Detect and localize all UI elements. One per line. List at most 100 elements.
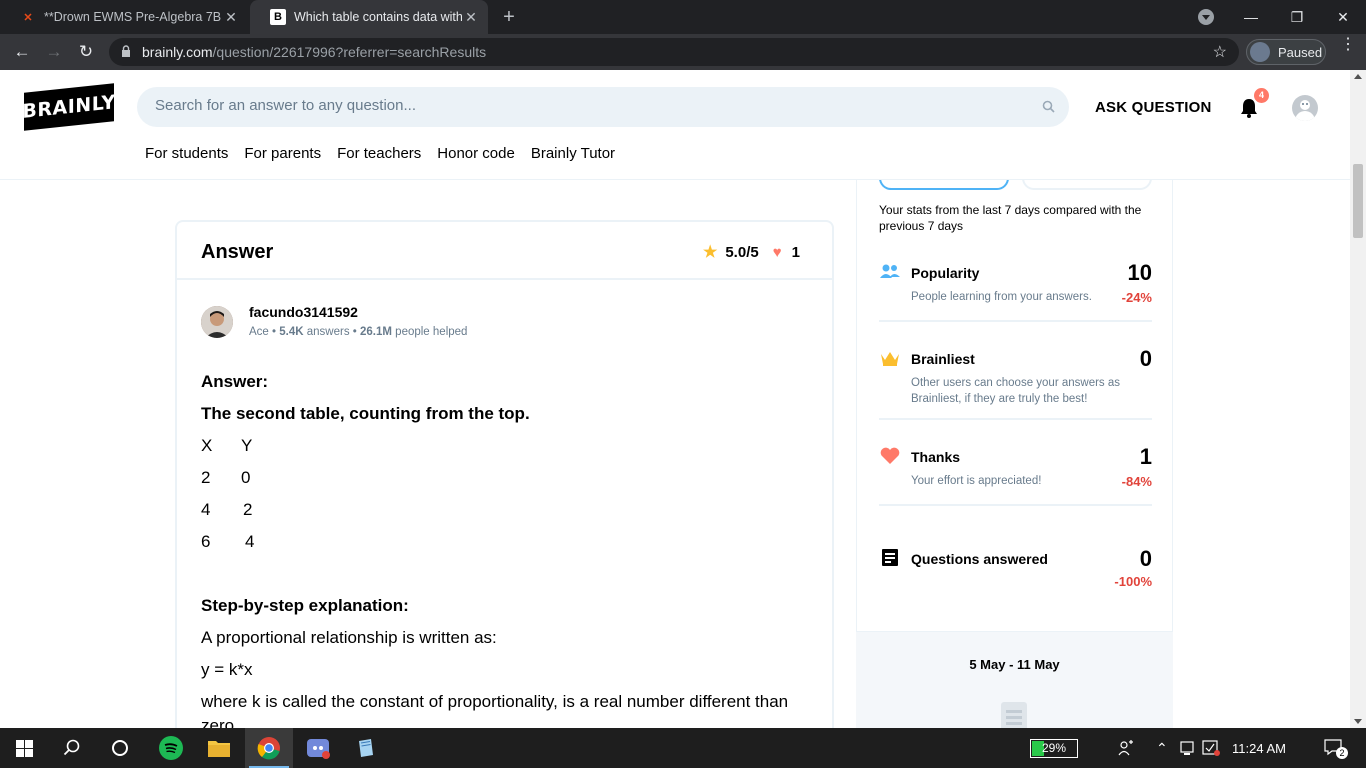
crown-icon xyxy=(881,352,899,366)
nav-honor-code[interactable]: Honor code xyxy=(437,145,515,162)
table-row: XY xyxy=(201,436,253,455)
author-avatar[interactable] xyxy=(201,306,233,338)
explanation-line: y = k*x xyxy=(201,660,253,679)
scroll-thumb[interactable] xyxy=(1353,164,1363,238)
url-text: brainly.com/question/22617996?referrer=s… xyxy=(142,44,487,60)
chrome-button[interactable] xyxy=(245,728,293,768)
cortana-icon xyxy=(112,740,128,756)
restore-button[interactable]: ❐ xyxy=(1274,0,1320,34)
stats-note: Your stats from the last 7 days compared… xyxy=(879,203,1142,233)
date-range: 5 May - 11 May xyxy=(969,657,1060,672)
answer-card-header: Answer ★ 5.0/5 ♥ 1 xyxy=(177,222,832,280)
clock[interactable]: 11:24 AM xyxy=(1232,728,1286,768)
answer-rating: ★ 5.0/5 ♥ 1 xyxy=(703,242,800,262)
new-tab-button[interactable]: + xyxy=(498,6,520,28)
stat-label: Questions answered xyxy=(911,551,1048,567)
chrome-icon xyxy=(257,737,280,760)
tab-title: **Drown EWMS Pre-Algebra 7B ( xyxy=(44,10,222,24)
scroll-up-arrow[interactable] xyxy=(1354,74,1362,79)
notepad-button[interactable] xyxy=(342,728,390,768)
battery-indicator[interactable]: 29% xyxy=(1030,739,1078,758)
stat-change: -100% xyxy=(1114,574,1152,589)
explanation-line: A proportional relationship is written a… xyxy=(201,628,497,647)
page-scrollbar[interactable] xyxy=(1350,70,1366,728)
brainly-header: BRAINLY ASK QUESTION 4 For students For … xyxy=(0,70,1350,180)
search-bar[interactable] xyxy=(137,87,1069,127)
answer-card: Answer ★ 5.0/5 ♥ 1 facundo3141592 Ace • … xyxy=(175,220,834,728)
nav-for-students[interactable]: For students xyxy=(145,145,228,162)
close-icon[interactable]: ✕ xyxy=(462,9,480,26)
table-row: 20 xyxy=(201,468,251,487)
search-icon xyxy=(63,739,80,756)
more-menu-icon[interactable]: ⋮ xyxy=(1340,37,1356,53)
back-button[interactable]: ← xyxy=(10,40,34,64)
cortana-button[interactable] xyxy=(96,728,144,768)
brainly-logo[interactable]: BRAINLY xyxy=(22,83,116,131)
scroll-down-arrow[interactable] xyxy=(1354,719,1362,724)
stat-label: Brainliest xyxy=(911,351,975,367)
author-name[interactable]: facundo3141592 xyxy=(249,304,358,320)
forward-button[interactable]: → xyxy=(42,40,66,64)
bell-icon[interactable] xyxy=(1240,98,1258,118)
table-row: 42 xyxy=(201,500,253,519)
page-viewport: BRAINLY ASK QUESTION 4 For students For … xyxy=(0,70,1350,728)
action-center-button[interactable]: 2 xyxy=(1324,728,1348,768)
answer-body: Answer: The second table, counting from … xyxy=(201,366,801,728)
discord-button[interactable] xyxy=(294,728,342,768)
tab-search-icon[interactable] xyxy=(1198,9,1214,25)
ask-question-button[interactable]: ASK QUESTION xyxy=(1095,99,1212,116)
bookmark-star-icon[interactable]: ☆ xyxy=(1213,42,1227,62)
volume-icon[interactable] xyxy=(1202,728,1220,768)
network-icon[interactable] xyxy=(1180,728,1194,768)
start-button[interactable] xyxy=(0,728,48,768)
browser-tab-strip: ✕ **Drown EWMS Pre-Algebra 7B ( ✕ B Whic… xyxy=(0,0,1366,34)
notification-badge: 4 xyxy=(1254,88,1269,103)
stat-description: Your effort is appreciated! xyxy=(911,475,1042,487)
browser-tab-brainly[interactable]: B Which table contains data with a ✕ xyxy=(250,0,488,34)
search-input[interactable] xyxy=(155,97,1025,114)
user-avatar[interactable] xyxy=(1292,95,1318,121)
stats-period-section: 5 May - 11 May xyxy=(856,632,1173,728)
windows-taskbar: 29% ⌃ 11:24 AM 2 xyxy=(0,728,1366,768)
answer-title: Answer xyxy=(201,241,274,263)
minimize-button[interactable]: — xyxy=(1228,0,1274,34)
nav-brainly-tutor[interactable]: Brainly Tutor xyxy=(531,145,615,162)
reload-button[interactable]: ↻ xyxy=(74,40,98,64)
heart-icon xyxy=(880,447,900,464)
browser-toolbar: ← → ↻ brainly.com/question/22617996?refe… xyxy=(0,34,1366,70)
answer-label: Answer: xyxy=(201,372,269,391)
show-hidden-icons[interactable]: ⌃ xyxy=(1156,728,1168,768)
discord-icon xyxy=(307,739,330,759)
people-tray-icon[interactable] xyxy=(1118,728,1134,768)
brainly-icon: B xyxy=(270,9,286,25)
nav-for-parents[interactable]: For parents xyxy=(244,145,321,162)
stat-label: Thanks xyxy=(911,449,961,465)
profile-status: Paused xyxy=(1278,44,1323,60)
table-row: 64 xyxy=(201,532,255,551)
profile-avatar xyxy=(1250,42,1270,62)
search-icon[interactable] xyxy=(1042,100,1055,113)
notification-count: 2 xyxy=(1336,747,1348,759)
file-explorer-button[interactable] xyxy=(195,728,243,768)
close-window-button[interactable]: ✕ xyxy=(1320,0,1366,34)
address-bar[interactable]: brainly.com/question/22617996?referrer=s… xyxy=(109,38,1239,66)
header-subnav: For students For parents For teachers Ho… xyxy=(145,145,615,162)
x-icon: ✕ xyxy=(23,11,33,24)
people-icon xyxy=(880,264,900,278)
answer-main: The second table, counting from the top. xyxy=(201,404,530,423)
stat-value: 0 xyxy=(1139,346,1152,371)
document-icon xyxy=(1001,702,1027,728)
nav-for-teachers[interactable]: For teachers xyxy=(337,145,421,162)
search-button[interactable] xyxy=(48,728,96,768)
heart-icon[interactable]: ♥ xyxy=(773,244,782,261)
profile-button[interactable]: Paused xyxy=(1246,39,1326,65)
stat-change: -24% xyxy=(1121,290,1152,305)
stat-value: 1 xyxy=(1139,444,1152,469)
stat-change: -84% xyxy=(1121,474,1152,489)
notepad-icon xyxy=(359,739,373,757)
browser-tab-drown[interactable]: ✕ **Drown EWMS Pre-Algebra 7B ( ✕ xyxy=(0,0,248,34)
spotify-button[interactable] xyxy=(147,728,195,768)
close-icon[interactable]: ✕ xyxy=(222,9,240,26)
lock-icon xyxy=(122,45,130,57)
stats-panel: Your stats from the last 7 days compared… xyxy=(856,166,1173,728)
